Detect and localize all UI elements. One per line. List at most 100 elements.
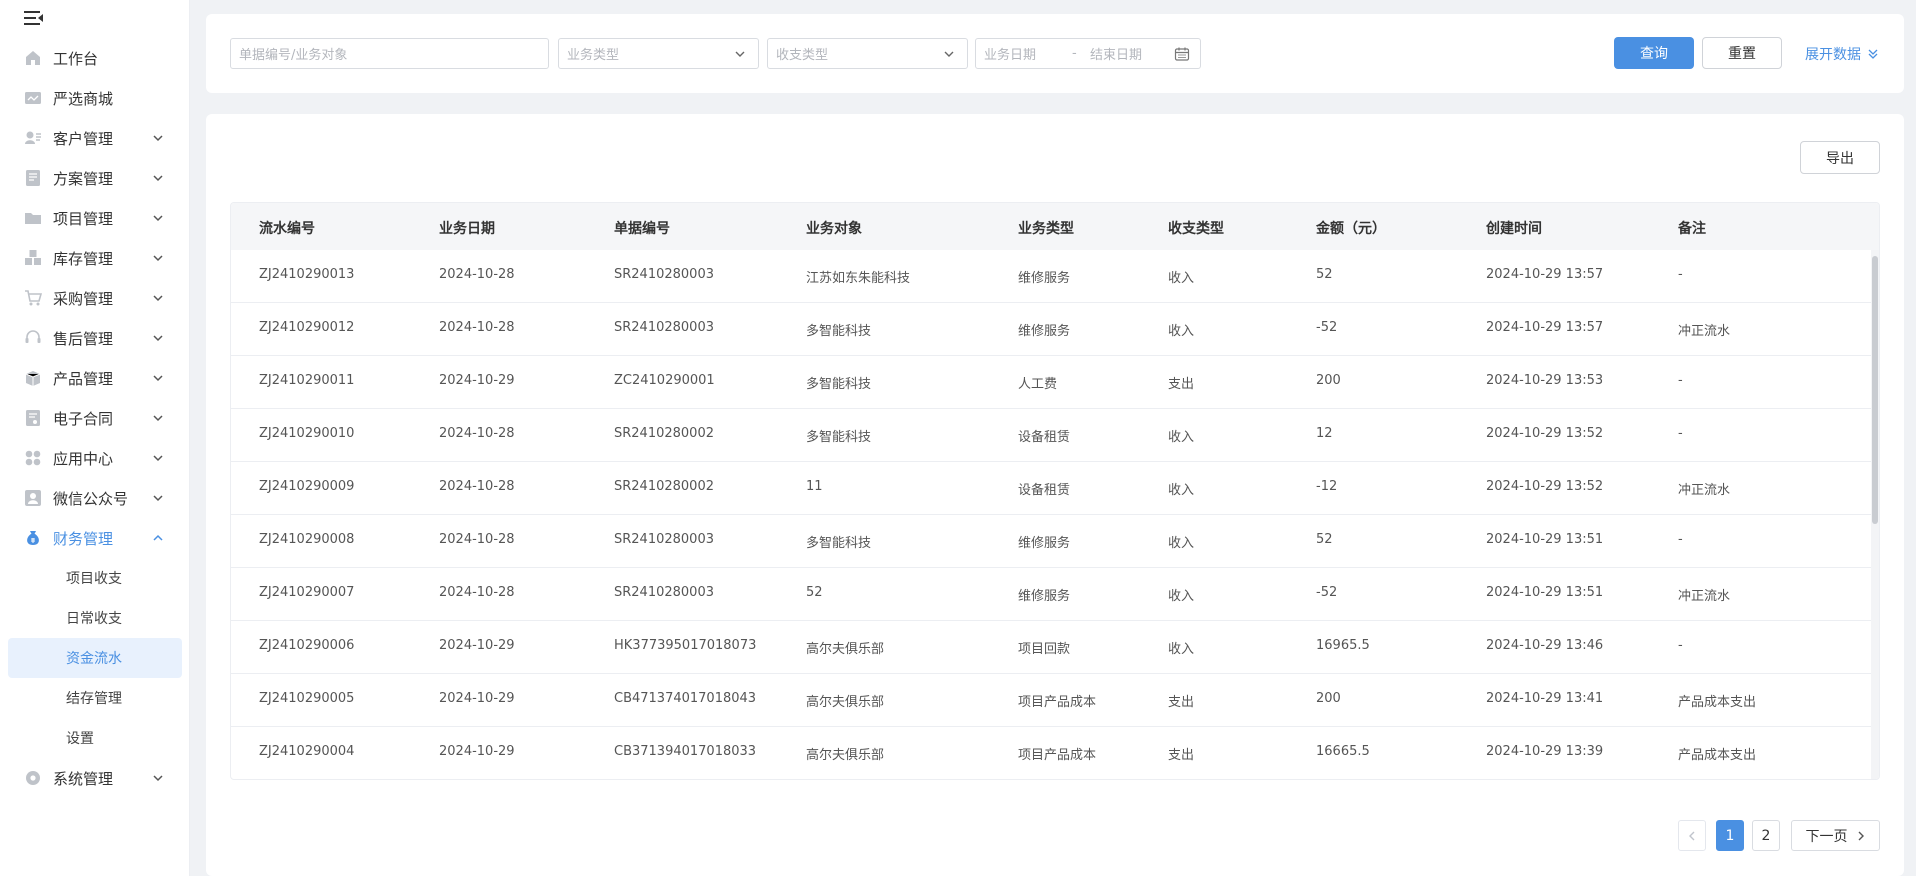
table-cell: 12 [1316,426,1333,441]
table-row[interactable]: ZJ2410290013 2024-10-28 SR2410280003 江苏如东朱能… [231,250,1871,303]
table-cell: 设备租赁 [1018,483,1071,498]
table-cell: 冲正流水 [1678,589,1731,604]
sidebar-item[interactable]: 财务管理 [0,518,190,558]
prev-page-button[interactable] [1678,820,1706,851]
table-row[interactable]: ZJ2410290004 2024-10-29 CB371394017018033 高… [231,727,1871,779]
chevron-down-icon [151,331,165,345]
sidebar-item[interactable]: 微信公众号 [0,478,190,518]
table-cell: 2024-10-29 13:51 [1486,532,1604,547]
table-cell: ZJ2410290012 [259,320,355,335]
sidebar-subitem-label: 资金流水 [66,651,122,667]
table-cell: 2024-10-28 [439,267,515,282]
apps-icon [24,449,42,467]
sidebar-item[interactable]: 库存管理 [0,238,190,278]
sidebar-subitem[interactable]: 项目收支 [0,558,190,598]
sidebar-item[interactable]: 电子合同 [0,398,190,438]
sidebar-item[interactable]: 客户管理 [0,118,190,158]
home-icon [24,49,42,67]
calendar-icon [1174,47,1190,61]
sidebar-item-label: 微信公众号 [53,489,129,508]
sidebar-item[interactable]: 应用中心 [0,438,190,478]
table-cell: 52 [806,585,823,600]
table-row[interactable]: ZJ2410290009 2024-10-28 SR2410280002 11 设备租赁… [231,462,1871,515]
search-input[interactable]: 单据编号/业务对象 [230,38,549,69]
contract-icon [24,409,42,427]
table-cell: CB471374017018043 [614,691,757,706]
column-header: 流水编号 [259,221,315,237]
table-cell: 200 [1316,691,1341,706]
sidebar-subitem[interactable]: 设置 [0,718,190,758]
table-cell: 支出 [1168,695,1195,710]
chevron-left-icon [1689,831,1695,840]
sidebar-subitem[interactable]: 日常收支 [0,598,190,638]
table-cell: 冲正流水 [1678,324,1731,339]
sidebar-subitem-label: 设置 [66,731,94,747]
page-button[interactable]: 2 [1752,820,1780,851]
table-cell: 产品成本支出 [1678,748,1757,763]
table-cell: 11 [806,479,823,494]
sidebar-item[interactable]: 项目管理 [0,198,190,238]
table-cell: 2024-10-29 13:46 [1486,638,1604,653]
table-cell: 收入 [1168,271,1195,286]
table-cell: 2024-10-29 13:53 [1486,373,1604,388]
chevron-down-icon [151,371,165,385]
table-cell: - [1678,426,1683,441]
table-cell: ZJ2410290010 [259,426,355,441]
next-page-label: 下一页 [1805,828,1848,845]
table-scroll-thumb[interactable] [1872,256,1878,524]
io-type-placeholder: 收支类型 [776,48,829,63]
table-cell: 收入 [1168,589,1195,604]
sidebar-subitem[interactable]: 资金流水 [0,638,190,678]
table-cell: 多智能科技 [806,536,872,551]
sidebar-item[interactable]: 方案管理 [0,158,190,198]
export-button[interactable]: 导出 [1800,141,1880,174]
table-row[interactable]: ZJ2410290011 2024-10-29 ZC2410290001 多智能科技 人… [231,356,1871,409]
table-row[interactable]: ZJ2410290008 2024-10-28 SR2410280003 多智能科技 维… [231,515,1871,568]
sidebar-item[interactable]: 严选商城 [0,78,190,118]
sidebar-item[interactable]: 产品管理 [0,358,190,398]
table-row[interactable]: ZJ2410290012 2024-10-28 SR2410280003 多智能科技 维… [231,303,1871,356]
table-cell: 16665.5 [1316,744,1370,759]
table-cell: 多智能科技 [806,377,872,392]
sidebar-item[interactable]: 工作台 [0,38,190,78]
reset-button[interactable]: 重置 [1702,37,1782,69]
sidebar-subitem[interactable]: 结存管理 [0,678,190,718]
io-type-select[interactable]: 收支类型 [767,38,968,69]
table-cell: 2024-10-29 13:57 [1486,320,1604,335]
date-range-picker[interactable]: 业务日期 - 结束日期 [975,38,1201,69]
table-cell: - [1678,638,1683,653]
query-button[interactable]: 查询 [1614,37,1694,69]
expand-data-link[interactable]: 展开数据 [1805,44,1879,64]
table-scrollbar[interactable] [1871,250,1879,779]
sidebar-item-label: 售后管理 [53,329,114,348]
table-cell: ZJ2410290008 [259,532,355,547]
table-row[interactable]: ZJ2410290007 2024-10-28 SR2410280003 52 维修服务… [231,568,1871,621]
customer-icon [24,129,42,147]
box-icon [24,369,42,387]
sidebar-item[interactable]: 系统管理 [0,758,190,798]
table-cell: ZJ2410290007 [259,585,355,600]
table-cell: 收入 [1168,430,1195,445]
moneybag-icon [24,529,42,547]
chevron-up-icon [151,531,165,545]
table-cell: -12 [1316,479,1338,494]
chevron-down-icon [151,451,165,465]
next-page-button[interactable]: 下一页 [1791,820,1880,851]
menu-collapse-icon[interactable] [24,9,44,27]
table-row[interactable]: ZJ2410290005 2024-10-29 CB471374017018043 高… [231,674,1871,727]
sidebar-item[interactable]: 采购管理 [0,278,190,318]
table-row[interactable]: ZJ2410290006 2024-10-29 HK377395017018073 高… [231,621,1871,674]
table-cell: SR2410280003 [614,320,714,335]
sidebar-item-label: 工作台 [53,49,99,68]
table-cell: 维修服务 [1018,271,1071,286]
table-cell: 产品成本支出 [1678,695,1757,710]
biz-type-select[interactable]: 业务类型 [558,38,759,69]
table-cell: 冲正流水 [1678,483,1731,498]
table-row[interactable]: ZJ2410290010 2024-10-28 SR2410280002 多智能科技 设… [231,409,1871,462]
column-header: 创建时间 [1486,221,1542,237]
sidebar-item-label: 电子合同 [53,409,114,428]
table-cell: 2024-10-28 [439,320,515,335]
column-header: 收支类型 [1168,221,1224,237]
sidebar-item[interactable]: 售后管理 [0,318,190,358]
page-button[interactable]: 1 [1716,820,1744,851]
